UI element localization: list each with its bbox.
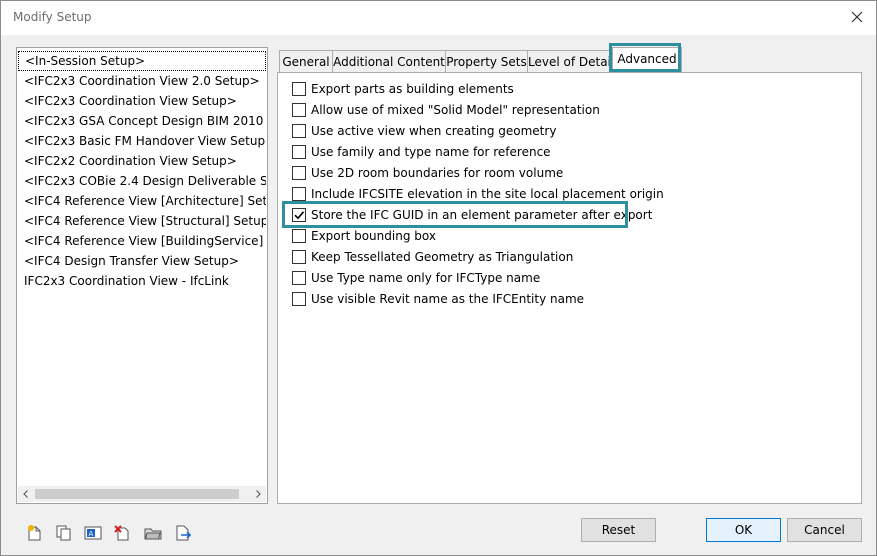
new-setup-icon[interactable] bbox=[26, 524, 44, 542]
setup-list-item[interactable]: IFC2x3 Coordination View - IfcLink bbox=[18, 271, 266, 291]
scrollbar-thumb[interactable] bbox=[35, 489, 239, 499]
option-checkbox[interactable] bbox=[292, 229, 306, 243]
reset-button[interactable]: Reset bbox=[581, 518, 656, 542]
option-label: Use active view when creating geometry bbox=[311, 124, 557, 138]
option-checkbox[interactable] bbox=[292, 103, 306, 117]
option-label: Use 2D room boundaries for room volume bbox=[311, 166, 564, 180]
option-checkbox[interactable] bbox=[292, 271, 306, 285]
setup-list-item[interactable]: <IFC4 Reference View [Architecture] Setu… bbox=[18, 191, 266, 211]
tab-level-of-detail[interactable]: Level of Detail bbox=[527, 50, 614, 73]
setup-list-item[interactable]: <IFC4 Design Transfer View Setup> bbox=[18, 251, 266, 271]
setup-list-item[interactable]: <IFC2x2 Coordination View Setup> bbox=[18, 151, 266, 171]
option-checkbox[interactable] bbox=[292, 145, 306, 159]
horizontal-scrollbar[interactable] bbox=[18, 486, 266, 502]
ok-button[interactable]: OK bbox=[706, 518, 781, 542]
setup-list-item[interactable]: <IFC2x3 Coordination View Setup> bbox=[18, 91, 266, 111]
option-checkbox[interactable] bbox=[292, 250, 306, 264]
option-label: Use visible Revit name as the IFCEntity … bbox=[311, 292, 585, 306]
title-bar: Modify Setup bbox=[1, 1, 876, 35]
option-label: Export bounding box bbox=[311, 229, 436, 243]
option-label: Keep Tessellated Geometry as Triangulati… bbox=[311, 250, 574, 264]
delete-setup-icon[interactable] bbox=[113, 524, 131, 542]
option-checkbox[interactable] bbox=[292, 124, 306, 138]
setup-list-item[interactable]: <IFC2x3 GSA Concept Design BIM 2010 Setu… bbox=[18, 111, 266, 131]
tab-additional-content[interactable]: Additional Content bbox=[332, 50, 446, 73]
tab-property-sets[interactable]: Property Sets bbox=[445, 50, 528, 73]
import-setup-icon[interactable] bbox=[144, 524, 162, 542]
option-checkbox[interactable] bbox=[292, 187, 306, 201]
option-label: Use Type name only for IFCType name bbox=[311, 271, 541, 285]
setup-list-item[interactable]: <IFC4 Reference View [Structural] Setup> bbox=[18, 211, 266, 231]
close-button[interactable] bbox=[846, 6, 868, 28]
rename-setup-icon[interactable]: A bbox=[84, 524, 102, 542]
cancel-button[interactable]: Cancel bbox=[787, 518, 862, 542]
setup-list-item[interactable]: <IFC2x3 Basic FM Handover View Setup> bbox=[18, 131, 266, 151]
option-label: Use family and type name for reference bbox=[311, 145, 551, 159]
export-setup-icon[interactable] bbox=[174, 524, 192, 542]
scroll-right-icon[interactable] bbox=[250, 486, 266, 502]
close-icon bbox=[851, 11, 863, 23]
option-checkbox[interactable] bbox=[292, 166, 306, 180]
window-title: Modify Setup bbox=[13, 10, 92, 24]
option-label: Allow use of mixed "Solid Model" represe… bbox=[311, 103, 600, 117]
setup-list-item[interactable]: <IFC2x3 Coordination View 2.0 Setup> bbox=[18, 71, 266, 91]
tab-general[interactable]: General bbox=[279, 50, 333, 73]
setup-list[interactable]: <In-Session Setup> <IFC2x3 Coordination V… bbox=[16, 47, 268, 504]
option-checkbox[interactable] bbox=[292, 292, 306, 306]
option-label: Export parts as building elements bbox=[311, 82, 514, 96]
scroll-left-icon[interactable] bbox=[18, 486, 34, 502]
setup-list-item[interactable]: <IFC4 Reference View [BuildingService] S… bbox=[18, 231, 266, 251]
setup-list-item[interactable]: <IFC2x3 COBie 2.4 Design Deliverable Set… bbox=[18, 171, 266, 191]
guid-option-highlight bbox=[282, 201, 628, 228]
option-checkbox[interactable] bbox=[292, 82, 306, 96]
duplicate-setup-icon[interactable] bbox=[55, 524, 73, 542]
setup-list-item[interactable]: <In-Session Setup> bbox=[18, 51, 266, 71]
advanced-tab-highlight bbox=[609, 43, 681, 72]
svg-text:A: A bbox=[89, 530, 94, 538]
advanced-options-panel: Export parts as building elements Allow u… bbox=[277, 72, 862, 504]
